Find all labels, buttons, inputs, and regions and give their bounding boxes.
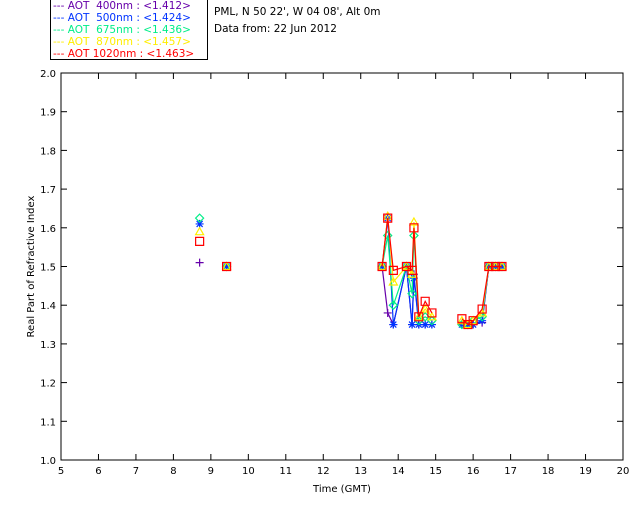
legend-entry-400: --- AOT 400nm : <1.412> [53, 0, 191, 12]
y-tick-label: 1.5 [40, 263, 56, 274]
x-tick-label: 5 [58, 466, 64, 477]
x-tick-label: 10 [242, 466, 255, 477]
x-tick-label: 7 [133, 466, 139, 477]
x-axis-label: Time (GMT) [312, 484, 371, 495]
y-tick-label: 1.8 [40, 146, 56, 157]
y-tick-label: 1.0 [40, 456, 56, 467]
data-date: Data from: 22 Jun 2012 [214, 23, 337, 35]
legend-label: AOT 675nm : <1.436> [67, 24, 191, 36]
y-tick-label: 1.1 [40, 417, 56, 428]
data-point-square [195, 236, 205, 246]
x-tick-label: 14 [392, 466, 405, 477]
y-tick-label: 1.4 [40, 301, 56, 312]
x-tick-label: 16 [467, 466, 480, 477]
y-tick-label: 1.2 [40, 379, 56, 390]
data-point-asterisk [389, 320, 398, 329]
y-axis-label: Real Part of Refractive Index [26, 195, 37, 337]
refractive-index-chart: 5 6 7 8 9 10 11 12 13 14 15 16 17 18 19 20 1.0 1.1 1.2 1.3 1… [26, 69, 630, 495]
plot-frame [60, 72, 624, 461]
y-tick-label: 1.9 [40, 108, 56, 119]
legend-entry-675: --- AOT 675nm : <1.436> [53, 24, 191, 36]
legend-label: AOT 400nm : <1.412> [67, 0, 191, 12]
legend-entry-870: --- AOT 870nm : <1.457> [53, 36, 191, 48]
x-tick-label: 12 [317, 466, 330, 477]
x-tick-label: 6 [95, 466, 101, 477]
data-point-plus [383, 308, 392, 317]
data-point-triangle [194, 226, 205, 236]
legend-label: AOT 1020nm : <1.463> [67, 48, 195, 60]
x-tick-label: 20 [617, 466, 630, 477]
x-tick-label: 15 [429, 466, 442, 477]
y-tick-label: 2.0 [40, 69, 56, 80]
y-tick-label: 1.3 [40, 340, 56, 351]
legend-label: AOT 500nm : <1.424> [67, 12, 191, 24]
legend-label: AOT 870nm : <1.457> [67, 36, 191, 48]
x-tick-label: 13 [354, 466, 367, 477]
legend-entry-1020: --- AOT 1020nm : <1.463> [53, 48, 195, 60]
y-tick-label: 1.6 [40, 224, 56, 235]
x-tick-label: 17 [504, 466, 517, 477]
legend-entry-500: --- AOT 500nm : <1.424> [53, 12, 191, 24]
x-tick-label: 8 [170, 466, 176, 477]
legend: --- AOT 400nm : <1.412> --- AOT 500nm : … [50, 0, 208, 60]
x-tick-label: 19 [579, 466, 592, 477]
x-tick-label: 18 [542, 466, 555, 477]
data-point-plus [195, 258, 204, 267]
site-info: PML, N 50 22', W 04 08', Alt 0m Data fro… [214, 4, 381, 38]
site-location: PML, N 50 22', W 04 08', Alt 0m [214, 6, 381, 18]
x-tick-label: 9 [208, 466, 214, 477]
y-tick-label: 1.7 [40, 185, 56, 196]
x-tick-label: 11 [279, 466, 292, 477]
